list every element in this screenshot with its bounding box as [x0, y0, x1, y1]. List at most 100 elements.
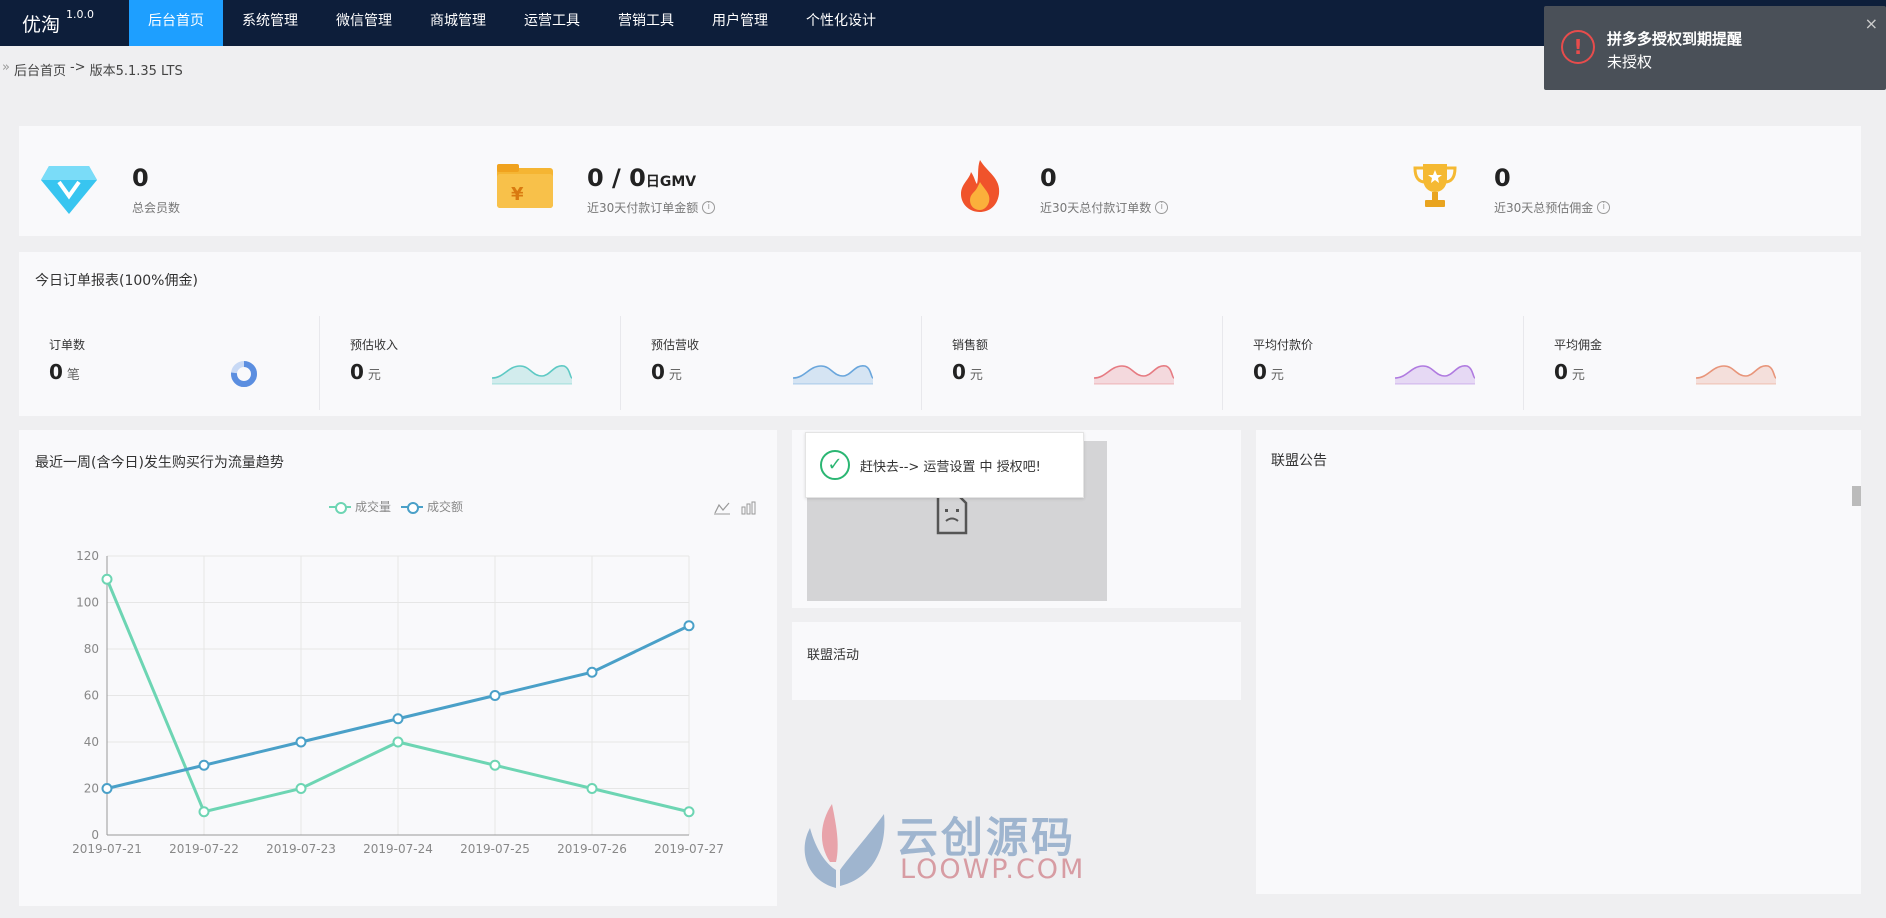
data-point[interactable]: [101, 573, 113, 585]
nav-item-marketing[interactable]: 营销工具: [599, 0, 693, 46]
summary-stats-panel: 0 总会员数 ¥ 0 / 0日GMV 近30天付款订单金额 i 0 近30天总付款…: [19, 126, 1861, 236]
y-tick-label: 100: [76, 596, 99, 610]
sparkline-icon: [491, 365, 573, 385]
svg-text:¥: ¥: [511, 184, 524, 205]
brand-logo[interactable]: 优淘 1.0.0: [0, 7, 129, 37]
report-cell-value: 0元: [651, 360, 682, 384]
stat-commission: 0 近30天总预估佣金 i: [1411, 126, 1851, 236]
data-point[interactable]: [295, 736, 307, 748]
breadcrumb-separator: ->: [69, 60, 86, 75]
report-cell-label: 订单数: [49, 338, 86, 352]
nav-item-home[interactable]: 后台首页: [129, 0, 223, 46]
error-icon: !: [1561, 30, 1595, 64]
report-title: 今日订单报表(100%佣金): [35, 273, 198, 289]
data-point[interactable]: [683, 620, 695, 632]
report-cell-label: 预估营收: [651, 338, 700, 352]
main-nav: 后台首页 系统管理 微信管理 商城管理 运营工具 营销工具 用户管理 个性化设计: [129, 0, 895, 46]
report-cell-label: 预估收入: [350, 338, 399, 352]
breadcrumb-version: 版本5.1.35 LTS: [89, 64, 183, 79]
tip-text: 赶快去--> 运营设置 中 授权吧!: [860, 459, 1041, 475]
alliance-activity-panel: 联盟活动: [792, 622, 1241, 700]
report-cell-value: 0元: [952, 360, 983, 384]
data-point[interactable]: [683, 806, 695, 818]
fire-icon: [961, 160, 1000, 212]
scrollbar-thumb[interactable]: [1852, 486, 1861, 506]
report-cell-label: 平均付款价: [1253, 338, 1314, 352]
today-order-report-panel: 今日订单报表(100%佣金) 订单数 0笔 预估收入 0元 预估营收 0元 销售…: [19, 252, 1861, 416]
nav-item-system[interactable]: 系统管理: [223, 0, 317, 46]
y-tick-label: 120: [76, 549, 99, 563]
data-point[interactable]: [198, 806, 210, 818]
report-cell-est-income: 预估收入 0元: [320, 316, 621, 410]
report-cell-label: 销售额: [952, 338, 989, 352]
x-tick-label: 2019-07-26: [557, 842, 627, 856]
alliance-notice-panel: 联盟公告: [1256, 430, 1861, 894]
y-tick-label: 0: [91, 828, 99, 842]
watermark-url: LOOWP.COM: [900, 854, 1086, 885]
donut-icon: [231, 361, 257, 387]
expiry-toast: ! 拼多多授权到期提醒 未授权 ×: [1544, 6, 1886, 90]
stat-value: 0: [132, 164, 149, 192]
report-cell-value: 0元: [1554, 360, 1585, 384]
brand-name: 优淘: [22, 13, 61, 36]
y-tick-label: 20: [84, 782, 99, 796]
data-point[interactable]: [198, 759, 210, 771]
report-cell-avg-commission: 平均佣金 0元: [1524, 316, 1825, 410]
stat-total-members: 0 总会员数: [39, 126, 479, 236]
stat-label: 总会员数: [132, 201, 181, 215]
sparkline-icon: [792, 365, 874, 385]
nav-item-users[interactable]: 用户管理: [693, 0, 787, 46]
info-icon[interactable]: i: [702, 201, 716, 214]
nav-item-design[interactable]: 个性化设计: [787, 0, 895, 46]
y-tick-label: 80: [84, 642, 99, 656]
data-point[interactable]: [392, 713, 404, 725]
data-point[interactable]: [489, 690, 501, 701]
x-tick-label: 2019-07-23: [266, 842, 336, 856]
toast-message: 未授权: [1607, 53, 1653, 71]
data-point[interactable]: [586, 783, 598, 794]
data-point[interactable]: [392, 736, 404, 748]
stat-orders: 0 近30天总付款订单数 i: [957, 126, 1397, 236]
stat-label: 近30天总付款订单数 i: [1040, 199, 1169, 216]
authorize-tip-popup: ✓ 赶快去--> 运营设置 中 授权吧!: [805, 432, 1084, 498]
breadcrumb: » 后台首页 -> 版本5.1.35 LTS: [0, 60, 183, 79]
watermark-logo-icon: [804, 804, 885, 888]
nav-item-wechat[interactable]: 微信管理: [317, 0, 411, 46]
x-tick-label: 2019-07-22: [169, 842, 239, 856]
double-chevron-icon: »: [2, 60, 10, 75]
notice-title: 联盟公告: [1271, 453, 1327, 469]
check-icon: ✓: [820, 450, 850, 480]
close-icon[interactable]: ×: [1865, 14, 1878, 33]
diamond-icon: [41, 166, 97, 214]
report-cell-value: 0元: [350, 360, 381, 384]
info-icon[interactable]: i: [1597, 201, 1611, 214]
folder-icon: ¥: [497, 164, 553, 208]
watermark: 云创源码 LOOWP.COM: [796, 798, 1096, 894]
report-cell-value: 0元: [1253, 360, 1284, 384]
data-point[interactable]: [295, 783, 307, 794]
breadcrumb-home[interactable]: 后台首页: [14, 60, 66, 79]
nav-item-mall[interactable]: 商城管理: [411, 0, 505, 46]
stat-gmv: ¥ 0 / 0日GMV 近30天付款订单金额 i: [497, 126, 937, 236]
nav-item-operations[interactable]: 运营工具: [505, 0, 599, 46]
report-cell-est-revenue: 预估营收 0元: [621, 316, 922, 410]
stat-value: 0 / 0日GMV: [587, 164, 697, 192]
data-point[interactable]: [586, 666, 598, 678]
trend-chart-panel: 最近一周(含今日)发生购买行为流量趋势 成交量 成交额 0 20 40 60 80 100…: [19, 430, 777, 906]
y-tick-label: 60: [84, 689, 99, 703]
data-point[interactable]: [101, 783, 113, 794]
sparkline-icon: [1695, 365, 1777, 385]
activity-title: 联盟活动: [807, 648, 860, 663]
x-tick-label: 2019-07-24: [363, 842, 433, 856]
x-tick-label: 2019-07-21: [72, 842, 142, 856]
report-cell-orders: 订单数 0笔: [19, 316, 320, 410]
stat-value: 0: [1494, 164, 1511, 192]
trend-chart: 0 20 40 60 80 100 120 2019-07-21 2019-07-22 2019-…: [72, 549, 724, 856]
stat-label: 近30天付款订单金额 i: [587, 199, 716, 216]
brand-version: 1.0.0: [66, 7, 95, 21]
report-cell-sales: 销售额 0元: [922, 316, 1223, 410]
data-point[interactable]: [489, 759, 501, 771]
info-icon[interactable]: i: [1155, 201, 1169, 214]
y-tick-label: 40: [84, 735, 99, 749]
toast-title: 拼多多授权到期提醒: [1607, 30, 1743, 48]
